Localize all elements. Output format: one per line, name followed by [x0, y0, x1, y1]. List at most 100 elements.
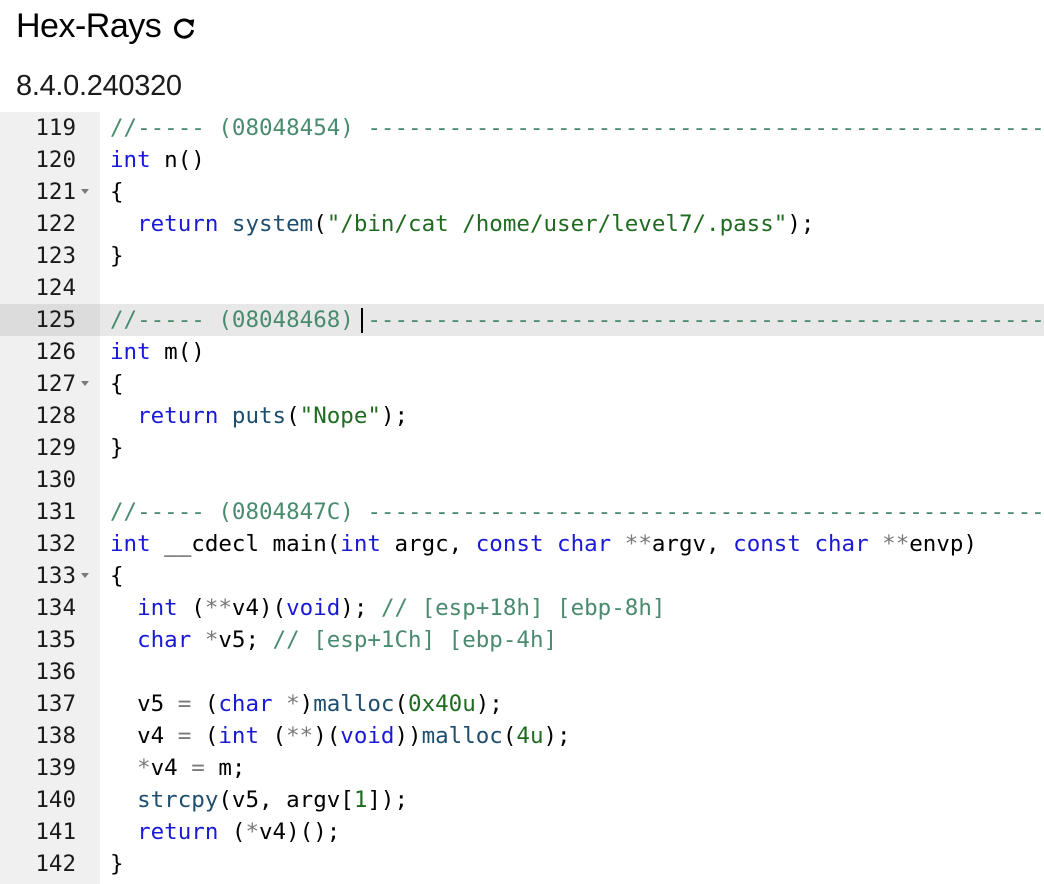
code-line[interactable]: 139 *v4 = m; — [0, 752, 1044, 784]
code-text[interactable]: //----- (08048468) ---------------------… — [110, 304, 1044, 336]
code-token: * — [245, 819, 260, 845]
code-line[interactable]: 124 — [0, 272, 1044, 304]
code-text[interactable]: //----- (0804847C) ---------------------… — [110, 496, 1044, 528]
code-line[interactable]: 129} — [0, 432, 1044, 464]
line-number: 126 — [35, 339, 76, 365]
code-token: //----- (08048454) ---------------------… — [110, 115, 1044, 141]
code-line-active[interactable]: 125 //----- (08048468) ------------------… — [0, 304, 1044, 336]
line-gutter-cell: 123 — [0, 240, 100, 272]
code-token: argv, — [651, 531, 734, 557]
code-text[interactable]: v5 = (char *)malloc(0x40u); — [110, 688, 503, 720]
code-token: ( — [394, 691, 409, 717]
code-token: ( — [218, 819, 246, 845]
code-line[interactable]: 133 { — [0, 560, 1044, 592]
code-text[interactable]: v4 = (int (**)(void))malloc(4u); — [110, 720, 571, 752]
line-gutter-cell: 136 — [0, 656, 100, 688]
code-line[interactable]: 119 //----- (08048454) ------------------… — [0, 112, 1044, 144]
code-line[interactable]: 121 { — [0, 176, 1044, 208]
code-text[interactable]: return (*v4)(); — [110, 816, 340, 848]
code-token: puts — [231, 403, 287, 429]
code-line[interactable]: 134 int (**v4)(void); // [esp+18h] [ebp-… — [0, 592, 1044, 624]
code-token: //----- (0804847C) ---------------------… — [110, 499, 1044, 525]
code-token: v5 — [110, 691, 178, 717]
line-number: 133 — [35, 563, 76, 589]
code-line[interactable]: 140 strcpy(v5, argv[1]); — [0, 784, 1044, 816]
code-text[interactable]: } — [110, 848, 124, 880]
line-number: 128 — [35, 403, 76, 429]
code-line[interactable]: 120 int n() — [0, 144, 1044, 176]
line-gutter-cell: 119 — [0, 112, 100, 144]
code-line[interactable]: 127 { — [0, 368, 1044, 400]
code-token: ); — [543, 723, 571, 749]
line-number: 125 — [35, 307, 76, 333]
line-gutter-cell: 141 — [0, 816, 100, 848]
code-line[interactable]: 130 — [0, 464, 1044, 496]
code-token: = — [177, 723, 192, 749]
code-text[interactable]: int m() — [110, 336, 205, 368]
code-token: } — [110, 435, 124, 461]
code-line[interactable]: 135 char *v5; // [esp+1Ch] [ebp-4h] — [0, 624, 1044, 656]
code-token: ** — [624, 531, 652, 557]
code-text[interactable]: { — [110, 368, 124, 400]
code-text[interactable]: { — [110, 560, 124, 592]
line-number: 137 — [35, 691, 76, 717]
code-line[interactable]: 137 v5 = (char *)malloc(0x40u); — [0, 688, 1044, 720]
code-token: "Nope" — [299, 403, 381, 429]
fold-toggle-icon[interactable] — [81, 573, 89, 578]
code-text[interactable]: int n() — [110, 144, 205, 176]
code-text[interactable]: strcpy(v5, argv[1]); — [110, 784, 408, 816]
code-line[interactable]: 132 int __cdecl main(int argc, const char… — [0, 528, 1044, 560]
line-gutter-cell: 121 — [0, 176, 100, 208]
code-text[interactable]: } — [110, 432, 124, 464]
line-number: 130 — [35, 467, 76, 493]
code-line[interactable]: 122 return system("/bin/cat /home/user/l… — [0, 208, 1044, 240]
code-token: const — [733, 531, 801, 557]
line-number: 142 — [35, 851, 76, 877]
code-line[interactable]: 138 v4 = (int (**)(void))malloc(4u); — [0, 720, 1044, 752]
code-token: ); — [787, 211, 815, 237]
line-gutter-cell: 142 — [0, 848, 100, 880]
code-line[interactable]: 136 — [0, 656, 1044, 688]
code-token: void — [340, 723, 395, 749]
fold-toggle-icon[interactable] — [81, 381, 89, 386]
code-token: int — [218, 723, 260, 749]
fold-toggle-icon[interactable] — [81, 189, 89, 194]
code-token: ); — [475, 691, 503, 717]
code-line[interactable]: 128 return puts("Nope"); — [0, 400, 1044, 432]
code-text[interactable]: int (**v4)(void); // [esp+18h] [ebp-8h] — [110, 592, 665, 624]
code-text[interactable]: { — [110, 176, 124, 208]
code-text[interactable]: //----- (08048454) ---------------------… — [110, 112, 1044, 144]
code-token: ** — [204, 595, 232, 621]
code-text[interactable]: return system("/bin/cat /home/user/level… — [110, 208, 814, 240]
code-line[interactable]: 126 int m() — [0, 336, 1044, 368]
code-text[interactable]: *v4 = m; — [110, 752, 245, 784]
code-text[interactable]: int __cdecl main(int argc, const char **… — [110, 528, 977, 560]
line-gutter-cell: 133 — [0, 560, 100, 592]
line-number: 121 — [35, 179, 76, 205]
refresh-icon[interactable] — [171, 15, 197, 41]
code-text[interactable]: } — [110, 240, 124, 272]
code-token: int — [340, 531, 381, 557]
code-line[interactable]: 142} — [0, 848, 1044, 880]
code-text[interactable]: char *v5; // [esp+1Ch] [ebp-4h] — [110, 624, 557, 656]
code-token: ); — [340, 595, 381, 621]
code-text[interactable]: return puts("Nope"); — [110, 400, 408, 432]
code-token: return — [137, 211, 219, 237]
code-line[interactable]: 141 return (*v4)(); — [0, 816, 1044, 848]
code-editor[interactable]: 119 //----- (08048454) ------------------… — [0, 112, 1044, 884]
code-token: system — [231, 211, 314, 237]
code-line[interactable]: 131 //----- (0804847C) ------------------… — [0, 496, 1044, 528]
line-number: 139 — [35, 755, 76, 781]
code-token: int — [137, 595, 178, 621]
code-token: ** — [286, 723, 314, 749]
code-line[interactable]: 123} — [0, 240, 1044, 272]
code-token: return — [137, 403, 219, 429]
